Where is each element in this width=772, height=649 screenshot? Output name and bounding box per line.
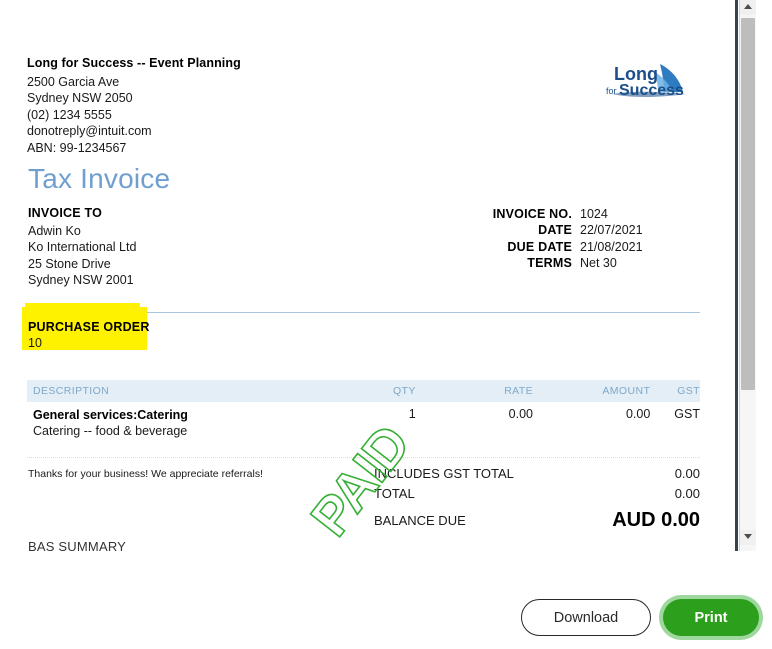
table-body: General services:Catering Catering -- fo…: [27, 402, 700, 439]
column-header-qty: QTY: [392, 385, 416, 397]
cell-qty: 1: [408, 407, 416, 421]
seller-name: Long for Success -- Event Planning: [27, 56, 241, 70]
cell-amount: 0.00: [625, 407, 651, 421]
item-name: General services:Catering: [33, 408, 188, 422]
chevron-down-icon: [744, 534, 752, 539]
seller-abn: ABN: 99-1234567: [27, 140, 127, 155]
cell-gst: GST: [674, 407, 700, 421]
cell-description: General services:Catering Catering -- fo…: [27, 407, 322, 439]
meta-value: Net 30: [580, 256, 617, 271]
page-title: Tax Invoice: [28, 163, 171, 194]
meta-label: DUE DATE: [507, 239, 572, 254]
column-header-amount: AMOUNT: [602, 385, 651, 397]
seller-address-line: Sydney NSW 2050: [27, 91, 133, 106]
bill-to-line: Adwin Ko: [28, 224, 81, 238]
bill-to-line: Ko International Ltd: [28, 240, 137, 255]
thank-you-note: Thanks for your business! We appreciate …: [28, 468, 263, 480]
balance-due-label: BALANCE DUE: [374, 512, 466, 528]
total-row-gst: INCLUDES GST TOTAL 0.00: [374, 466, 700, 486]
bill-to-block: INVOICE TO Adwin Ko Ko International Ltd…: [28, 206, 358, 289]
seller-email: donotreply@intuit.com: [27, 124, 152, 139]
totals-block: INCLUDES GST TOTAL 0.00 TOTAL 0.00 BALAN…: [374, 466, 700, 534]
svg-text:Success: Success: [619, 82, 684, 99]
invoice-scroll-viewport[interactable]: Long for Success -- Event Planning 2500 …: [0, 0, 737, 551]
meta-label: DATE: [538, 223, 572, 238]
meta-label: TERMS: [527, 256, 572, 271]
invoice-meta-block: INVOICE NO. 1024 DATE 22/07/2021 DUE DAT…: [420, 206, 700, 272]
print-button[interactable]: Print: [663, 599, 759, 636]
purchase-order-value: 10: [28, 336, 42, 350]
purchase-order-label: PURCHASE ORDER: [28, 320, 150, 334]
column-header-gst: GST: [677, 385, 700, 397]
viewport-right-border: [735, 0, 738, 551]
print-button-focus-ring: Print: [659, 595, 763, 640]
line-items-table: DESCRIPTION QTY RATE AMOUNT GST General …: [27, 380, 700, 439]
meta-row-terms: TERMS Net 30: [420, 255, 700, 271]
purchase-order-block: PURCHASE ORDER 10: [28, 320, 150, 350]
meta-value: 1024: [580, 207, 608, 221]
column-header-rate: RATE: [504, 385, 534, 397]
scroll-down-arrow[interactable]: [740, 530, 756, 545]
balance-due-value: AUD 0.00: [612, 508, 700, 531]
action-footer: Download Print: [0, 551, 763, 649]
scroll-up-arrow[interactable]: [740, 0, 756, 15]
seller-info-block: Long for Success -- Event Planning 2500 …: [27, 56, 387, 156]
total-row-balance-due: BALANCE DUE AUD 0.00: [374, 506, 700, 534]
meta-row-date: DATE 22/07/2021: [420, 222, 700, 238]
meta-value: 21/08/2021: [580, 239, 643, 254]
invoice-document: Long for Success -- Event Planning 2500 …: [0, 0, 737, 551]
scrollbar-thumb[interactable]: [741, 18, 755, 390]
meta-label: INVOICE NO.: [492, 207, 572, 221]
logo-sail-icon: Long for Success: [606, 64, 686, 99]
bill-to-label: INVOICE TO: [28, 206, 103, 220]
total-value: 0.00: [674, 486, 700, 501]
meta-row-due-date: DUE DATE 21/08/2021: [420, 239, 700, 255]
column-header-description: DESCRIPTION: [33, 385, 110, 397]
table-row: General services:Catering Catering -- fo…: [27, 407, 700, 439]
seller-phone: (02) 1234 5555: [27, 107, 112, 122]
item-description: Catering -- food & beverage: [33, 424, 188, 438]
total-value: 0.00: [674, 466, 700, 481]
vertical-scrollbar[interactable]: [739, 0, 756, 551]
bill-to-line: 25 Stone Drive: [28, 256, 111, 271]
bas-summary-heading: BAS SUMMARY: [28, 539, 127, 551]
table-header-row: DESCRIPTION QTY RATE AMOUNT GST: [27, 380, 700, 402]
total-label: TOTAL: [374, 486, 415, 501]
cell-rate: 0.00: [508, 407, 534, 421]
svg-text:Long: Long: [614, 64, 658, 84]
seller-address-line: 2500 Garcia Ave: [27, 75, 120, 89]
company-logo: Long for Success: [598, 58, 694, 106]
meta-value: 22/07/2021: [580, 223, 643, 238]
totals-separator: [27, 457, 700, 458]
total-label: INCLUDES GST TOTAL: [374, 466, 514, 481]
svg-text:for: for: [606, 86, 617, 96]
right-gutter: [756, 0, 772, 649]
bill-to-line: Sydney NSW 2001: [28, 273, 134, 288]
chevron-up-icon: [744, 4, 752, 9]
download-button[interactable]: Download: [521, 599, 651, 636]
meta-row-invoice-no: INVOICE NO. 1024: [420, 206, 700, 222]
total-row-total: TOTAL 0.00: [374, 486, 700, 506]
